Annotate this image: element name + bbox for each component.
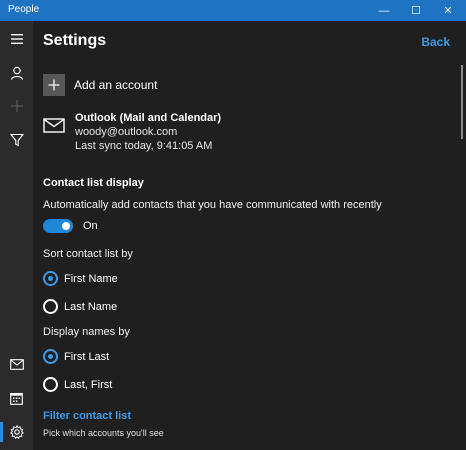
radio-checked-icon [43, 349, 58, 364]
close-icon: ✕ [443, 5, 453, 17]
auto-add-toggle[interactable] [43, 219, 73, 233]
back-link[interactable]: Back [421, 35, 450, 49]
auto-add-description: Automatically add contacts that you have… [43, 199, 382, 211]
window-title: People [8, 4, 40, 15]
settings-pane: Settings Back Add an account Outlook (Ma… [33, 21, 466, 450]
radio-label: First Last [64, 350, 110, 363]
filter-hint: Pick which accounts you'll see [43, 428, 164, 438]
scrollbar[interactable] [461, 65, 463, 139]
filter-icon [9, 133, 24, 147]
page-title: Settings [43, 32, 107, 49]
calendar-icon [10, 392, 23, 405]
mail-icon [43, 118, 65, 133]
hamburger-menu-button[interactable] [0, 23, 33, 55]
filter-contact-list-link[interactable]: Filter contact list [43, 410, 131, 422]
add-account-label: Add an account [74, 78, 158, 92]
toggle-state-label: On [83, 220, 98, 232]
filter-nav-button[interactable] [0, 124, 33, 156]
account-name: Outlook (Mail and Calendar) [75, 112, 222, 124]
radio-label: First Name [64, 272, 118, 285]
display-names-heading: Display names by [43, 326, 130, 338]
title-bar: People — ☐ ✕ [0, 0, 466, 21]
nav-rail [0, 21, 33, 450]
maximize-icon: ☐ [411, 5, 421, 17]
radio-checked-icon [43, 271, 58, 286]
person-icon [10, 66, 23, 80]
add-contact-nav-button[interactable] [0, 90, 33, 122]
account-last-sync: Last sync today, 9:41:05 AM [75, 140, 213, 152]
account-email: woody@outlook.com [75, 126, 178, 138]
toggle-knob [62, 222, 70, 230]
mail-nav-button[interactable] [0, 348, 33, 380]
sort-heading: Sort contact list by [43, 248, 133, 260]
settings-nav-button[interactable] [0, 416, 33, 448]
calendar-nav-button[interactable] [0, 382, 33, 414]
contacts-nav-button[interactable] [0, 57, 33, 89]
mail-icon [9, 358, 24, 370]
display-last-first-radio[interactable]: Last, First [43, 377, 112, 392]
minimize-icon: — [378, 4, 390, 17]
close-button[interactable]: ✕ [433, 0, 463, 21]
display-first-last-radio[interactable]: First Last [43, 349, 109, 364]
radio-label: Last Name [64, 300, 118, 313]
contact-list-display-heading: Contact list display [43, 177, 144, 189]
sort-last-name-radio[interactable]: Last Name [43, 299, 117, 314]
add-icon [43, 74, 65, 96]
add-icon [10, 100, 23, 112]
auto-add-toggle-row: On [43, 219, 98, 233]
gear-icon [9, 425, 24, 439]
radio-unchecked-icon [43, 377, 58, 392]
hamburger-icon [10, 34, 23, 44]
radio-label: Last, First [64, 378, 113, 391]
radio-unchecked-icon [43, 299, 58, 314]
maximize-button[interactable]: ☐ [401, 0, 431, 21]
sort-first-name-radio[interactable]: First Name [43, 271, 118, 286]
minimize-button[interactable]: — [369, 0, 399, 21]
add-account-button[interactable]: Add an account [43, 74, 157, 96]
